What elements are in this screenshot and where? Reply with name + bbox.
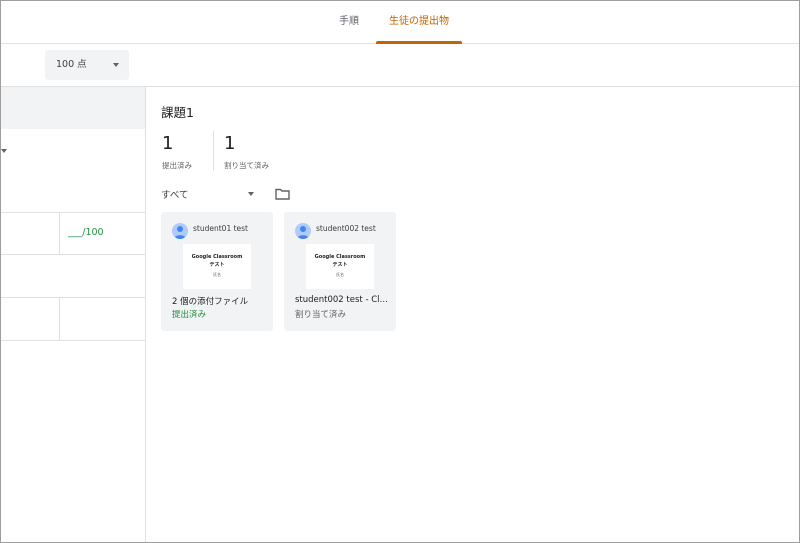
tab-instructions-label: 手順 [339, 16, 359, 27]
chevron-down-icon [248, 192, 254, 196]
submission-status: 提出済み [172, 310, 207, 320]
student-list-panel: ___/100 [1, 87, 146, 542]
filter-label: すべて [161, 190, 189, 201]
sort-dropdown-icon[interactable] [1, 149, 7, 153]
stat-divider [213, 131, 214, 171]
page: 手順 生徒の提出物 100 点 ___/100 課題1 1 提出済み 1 割り当… [0, 0, 800, 543]
divider [1, 212, 145, 213]
avatar [172, 223, 188, 239]
student-list-header [1, 87, 145, 129]
tab-instructions[interactable]: 手順 [323, 1, 375, 43]
attachment-label: 2 個の添付ファイル [172, 297, 249, 307]
divider [59, 297, 60, 340]
student-card[interactable]: student01 test Google Classroom テスト 氏名 2… [161, 212, 273, 331]
assignment-title: 課題1 [161, 105, 194, 120]
grade-field[interactable]: ___/100 [68, 227, 104, 238]
tab-student-work-label: 生徒の提出物 [389, 16, 449, 27]
filter-dropdown[interactable]: すべて [161, 187, 256, 201]
attachment-thumbnail: Google Classroom テスト 氏名 [306, 244, 374, 289]
thumbnail-subtitle: テスト [332, 262, 348, 268]
submission-status: 割り当て済み [295, 310, 347, 320]
divider [1, 254, 145, 255]
divider [1, 340, 145, 341]
top-tab-bar: 手順 生徒の提出物 [1, 1, 799, 44]
thumbnail-title: Google Classroom [314, 254, 366, 260]
avatar [295, 223, 311, 239]
thumbnail-subtitle: テスト [209, 262, 225, 268]
toolbar: 100 点 [1, 44, 799, 87]
thumbnail-note: 氏名 [336, 272, 344, 277]
student-name: student002 test [316, 224, 376, 233]
points-value: 100 点 [56, 59, 87, 70]
attachment-thumbnail: Google Classroom テスト 氏名 [183, 244, 251, 289]
thumbnail-note: 氏名 [213, 272, 221, 277]
thumbnail-title: Google Classroom [191, 254, 243, 260]
divider [1, 297, 145, 298]
student-name: student01 test [193, 224, 249, 233]
turned-in-count: 1 [162, 133, 174, 154]
points-dropdown[interactable]: 100 点 [45, 50, 129, 80]
tab-student-work[interactable]: 生徒の提出物 [376, 1, 462, 44]
student-card[interactable]: student002 test Google Classroom テスト 氏名 … [284, 212, 396, 331]
person-icon [174, 226, 186, 239]
attachment-label: student002 test - Clas... [295, 295, 391, 305]
divider [59, 212, 60, 254]
turned-in-label: 提出済み [162, 161, 192, 170]
chevron-down-icon [113, 63, 119, 67]
folder-icon[interactable] [275, 188, 290, 200]
assigned-label: 割り当て済み [224, 161, 269, 170]
assigned-count: 1 [224, 133, 236, 154]
person-icon [297, 226, 309, 239]
